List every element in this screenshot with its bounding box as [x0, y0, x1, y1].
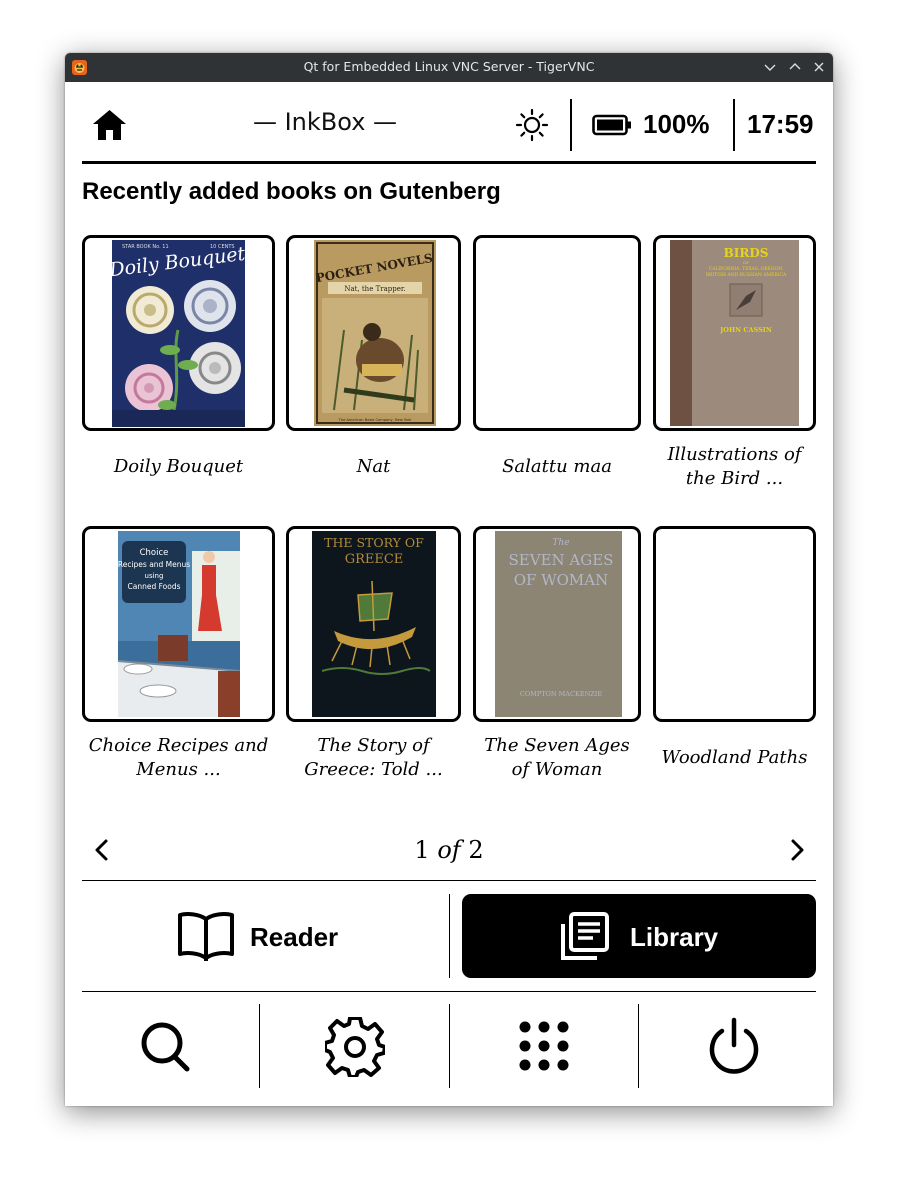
search-icon[interactable] [137, 1017, 193, 1077]
previous-page-icon[interactable] [92, 837, 112, 863]
divider [82, 991, 816, 992]
book-title: Salattu maa [502, 456, 612, 477]
apps-icon[interactable] [517, 1017, 573, 1077]
cover-line: CALIFORNIA, TEXAS, OREGON, [709, 266, 784, 272]
cover-subtitle: Nat, the Trapper. [344, 285, 405, 293]
reader-label: Reader [250, 922, 339, 952]
header-underline [82, 161, 816, 164]
window-titlebar[interactable]: Qt for Embedded Linux VNC Server - Tiger… [65, 53, 833, 82]
cover-title: The [552, 538, 569, 548]
book-title: Woodland Paths [661, 747, 808, 768]
book-title: Doily Bouquet [113, 456, 244, 477]
header-divider [570, 99, 572, 151]
nav-divider [449, 894, 450, 978]
cover-title: BIRDS [724, 246, 769, 260]
book-cover: The SEVEN AGES OF WOMAN COMPTON MACKENZI… [495, 531, 622, 717]
page-current: 1 [414, 836, 430, 864]
book-card[interactable]: The SEVEN AGES OF WOMAN COMPTON MACKENZI… [473, 526, 641, 722]
library-icon [561, 912, 609, 960]
cover-line: BRITISH AND RUSSIAN AMERICA [706, 272, 787, 278]
book-cover: STAR BOOK No. 11 10 CENTS Doily Bouquet [112, 240, 245, 427]
bottom-divider [638, 1004, 639, 1088]
app-brand: — InkBox — [252, 108, 398, 136]
close-icon[interactable] [811, 59, 827, 75]
settings-icon[interactable] [325, 1017, 385, 1077]
cover-line: Recipes and Menus [118, 560, 190, 569]
book-card[interactable]: STAR BOOK No. 11 10 CENTS Doily Bouquet [82, 235, 275, 431]
cover-footer: The American News Company, New York [338, 418, 413, 422]
book-cover: POCKET NOVELS Nat, the Trapper. The Amer… [314, 240, 436, 426]
section-title: Recently added books on Gutenberg [82, 178, 501, 205]
minimize-icon[interactable] [762, 59, 778, 75]
book-cover: THE STORY OF GREECE [312, 531, 436, 717]
book-open-icon [178, 912, 234, 961]
cover-title: THE STORY OF [324, 535, 424, 550]
library-label: Library [630, 922, 719, 952]
library-button[interactable]: Library [462, 894, 816, 978]
book-card[interactable]: THE STORY OF GREECE [286, 526, 461, 722]
book-title: Nat [356, 456, 391, 477]
book-cover: Choice Recipes and Menus using Canned Fo… [118, 531, 240, 717]
battery-percentage: 100% [643, 109, 710, 139]
cover-line: using [145, 572, 164, 580]
cover-title: GREECE [345, 552, 404, 567]
power-icon[interactable] [706, 1017, 762, 1077]
cover-line: OF [743, 260, 749, 265]
book-title: The Story of Greece: Told ... [304, 735, 443, 780]
brightness-icon[interactable] [515, 108, 549, 142]
cover-title: Choice [140, 548, 169, 558]
maximize-icon[interactable] [787, 59, 803, 75]
page-total: 2 [468, 836, 484, 864]
home-icon[interactable] [91, 108, 128, 142]
clock: 17:59 [747, 109, 814, 139]
divider [82, 880, 816, 881]
reader-button[interactable]: Reader [82, 894, 448, 980]
book-title: The Seven Ages of Woman [484, 735, 630, 780]
book-card[interactable]: POCKET NOVELS Nat, the Trapper. The Amer… [286, 235, 461, 431]
book-title: Choice Recipes and Menus ... [88, 735, 269, 780]
bottom-divider [449, 1004, 450, 1088]
cover-author: JOHN CASSIN [719, 326, 772, 334]
cover-title: OF WOMAN [514, 571, 609, 589]
book-title: Illustrations of the Bird ... [667, 444, 802, 489]
window-title: Qt for Embedded Linux VNC Server - Tiger… [303, 59, 595, 74]
inkbox-screen: — InkBox — 100% 17:59 Recently added boo… [65, 82, 833, 1106]
book-card[interactable] [473, 235, 641, 431]
vnc-window: Qt for Embedded Linux VNC Server - Tiger… [65, 53, 833, 1106]
cover-tag: STAR BOOK No. 11 [122, 244, 169, 250]
cover-author: COMPTON MACKENZIE [520, 690, 602, 698]
next-page-icon[interactable] [787, 837, 807, 863]
page-of: of [437, 836, 461, 864]
bottom-divider [259, 1004, 260, 1088]
book-card[interactable]: Choice Recipes and Menus using Canned Fo… [82, 526, 275, 722]
book-cover: BIRDS OF CALIFORNIA, TEXAS, OREGON, BRIT… [670, 240, 799, 426]
battery-icon [592, 114, 631, 136]
cover-title: SEVEN AGES [509, 551, 614, 569]
header-divider [733, 99, 735, 151]
book-card[interactable] [653, 526, 816, 722]
book-card[interactable]: BIRDS OF CALIFORNIA, TEXAS, OREGON, BRIT… [653, 235, 816, 431]
page-indicator: 1 of 2 [365, 836, 533, 864]
cover-line: Canned Foods [128, 582, 181, 591]
